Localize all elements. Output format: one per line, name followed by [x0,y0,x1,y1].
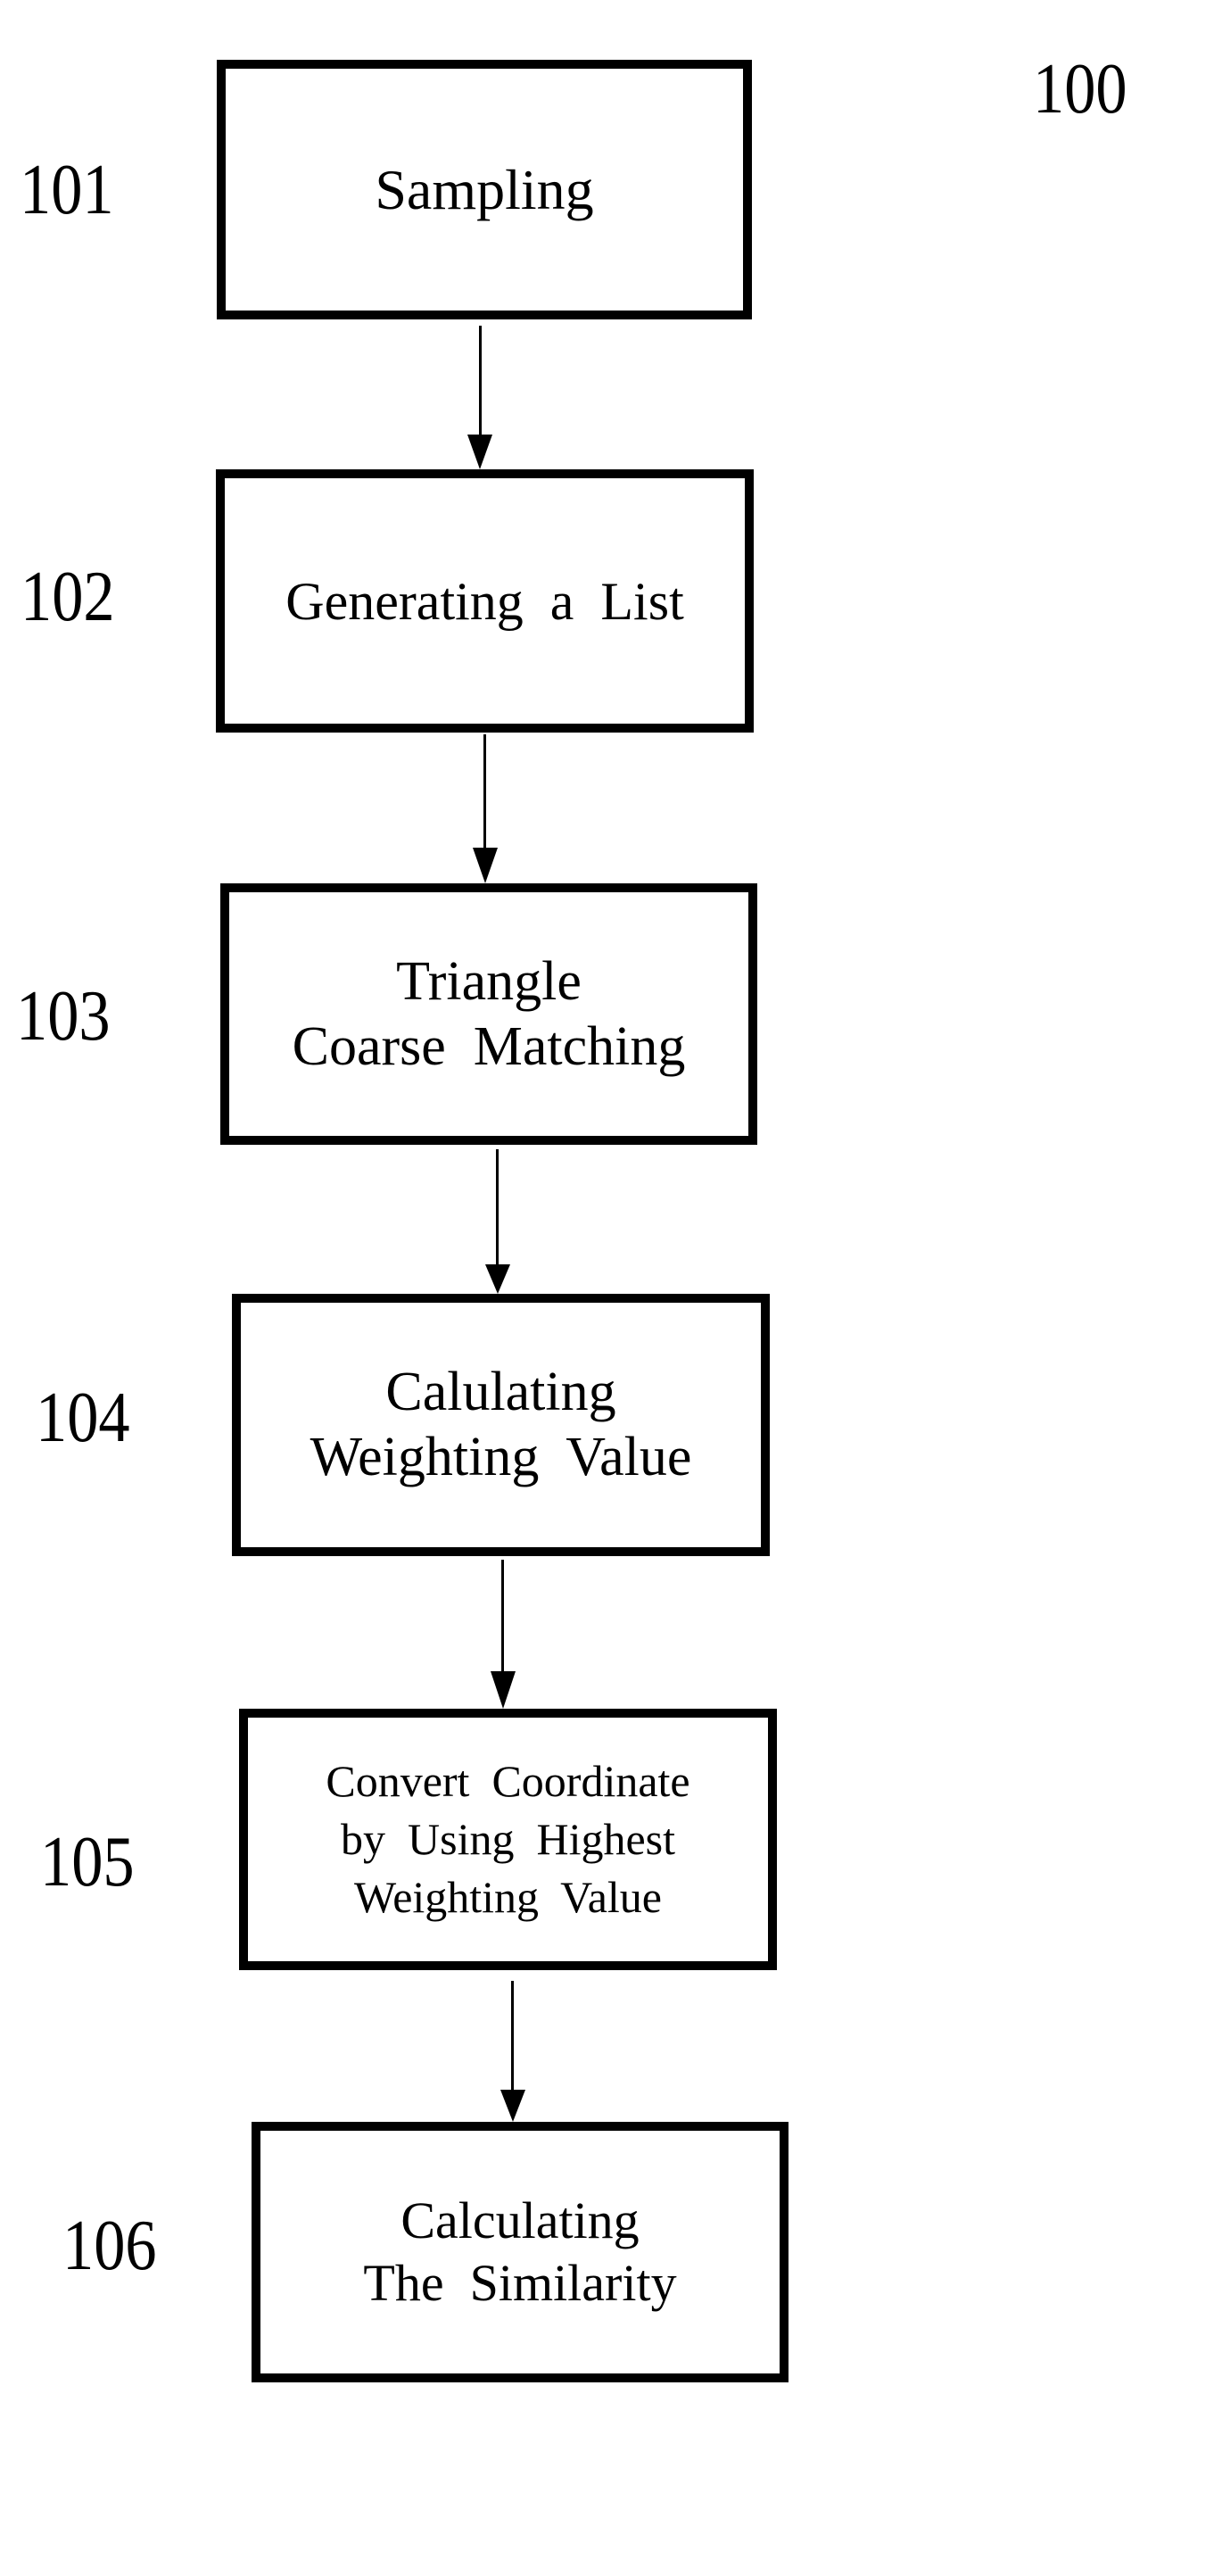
arrow-down-icon [500,2090,525,2122]
step-box-sampling: Sampling [217,60,752,319]
step-reference-label: 106 [62,2207,157,2285]
step-reference-label: 102 [21,558,115,636]
step-reference-label: 103 [16,977,111,1056]
step-box-generating-list: Generating a List [216,469,754,733]
step-text: Calulating [385,1362,616,1422]
step-text: Sampling [375,157,594,221]
arrow-down-icon [473,848,498,883]
step-reference-label: 104 [36,1379,130,1457]
arrow-line [496,1149,499,1266]
step-text: by Using Highest [341,1814,675,1864]
step-text: Weighting Value [354,1872,662,1922]
step-reference-label: 105 [40,1823,135,1901]
step-box-triangle-coarse-matching: Triangle Coarse Matching [220,883,757,1145]
arrow-down-icon [485,1264,510,1294]
arrow-line [511,1981,514,2091]
step-box-convert-coordinate: Convert Coordinate by Using Highest Weig… [239,1709,777,1970]
flowchart-figure: 100 101 Sampling 102 Generating a List 1… [0,0,1222,2576]
step-box-calculating-weighting-value: Calulating Weighting Value [232,1294,770,1556]
step-text: Weighting Value [310,1427,692,1487]
step-box-calculating-similarity: Calculating The Similarity [252,2122,789,2382]
figure-reference-number: 100 [1033,50,1127,128]
arrow-down-icon [467,435,492,469]
step-text: Generating a List [285,571,684,631]
step-text: Convert Coordinate [326,1756,690,1806]
arrow-line [483,734,486,849]
arrow-down-icon [491,1671,516,1709]
step-text: Calculating [400,2191,640,2249]
step-reference-label: 101 [20,151,114,229]
arrow-line [479,326,482,436]
step-text: The Similarity [363,2254,677,2312]
step-text: Triangle [396,950,582,1012]
step-text: Coarse Matching [292,1015,686,1077]
arrow-line [501,1560,504,1673]
